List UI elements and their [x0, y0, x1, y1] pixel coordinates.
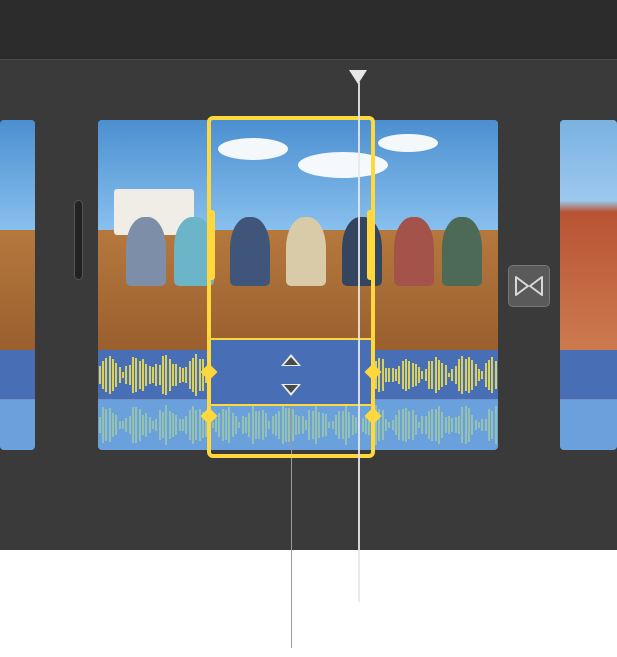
clip-audio-waveform[interactable]: [98, 350, 498, 450]
timeline-track-area[interactable]: [0, 60, 617, 550]
clip-previous[interactable]: [0, 120, 35, 450]
playhead[interactable]: [358, 70, 367, 84]
clip-audio-waveform[interactable]: [560, 350, 617, 450]
clip-next[interactable]: [560, 120, 617, 450]
clip-thumbnail: [560, 120, 617, 350]
callout-leader-line: [291, 398, 292, 648]
waveform-upper: [98, 350, 498, 400]
timeline-ruler[interactable]: [0, 0, 617, 60]
video-timeline-panel: [0, 0, 617, 550]
clip-gap-handle[interactable]: [74, 200, 83, 280]
playhead-indicator-icon: [349, 70, 367, 84]
playhead-line[interactable]: [358, 82, 360, 602]
transition-bowtie-icon: [515, 276, 543, 296]
clip-main[interactable]: [98, 120, 498, 450]
waveform-lower: [98, 400, 498, 450]
clip-thumbnail: [98, 120, 498, 350]
clip-thumbnail: [0, 120, 35, 350]
transition-button[interactable]: [508, 265, 550, 307]
clip-audio-waveform[interactable]: [0, 350, 35, 450]
